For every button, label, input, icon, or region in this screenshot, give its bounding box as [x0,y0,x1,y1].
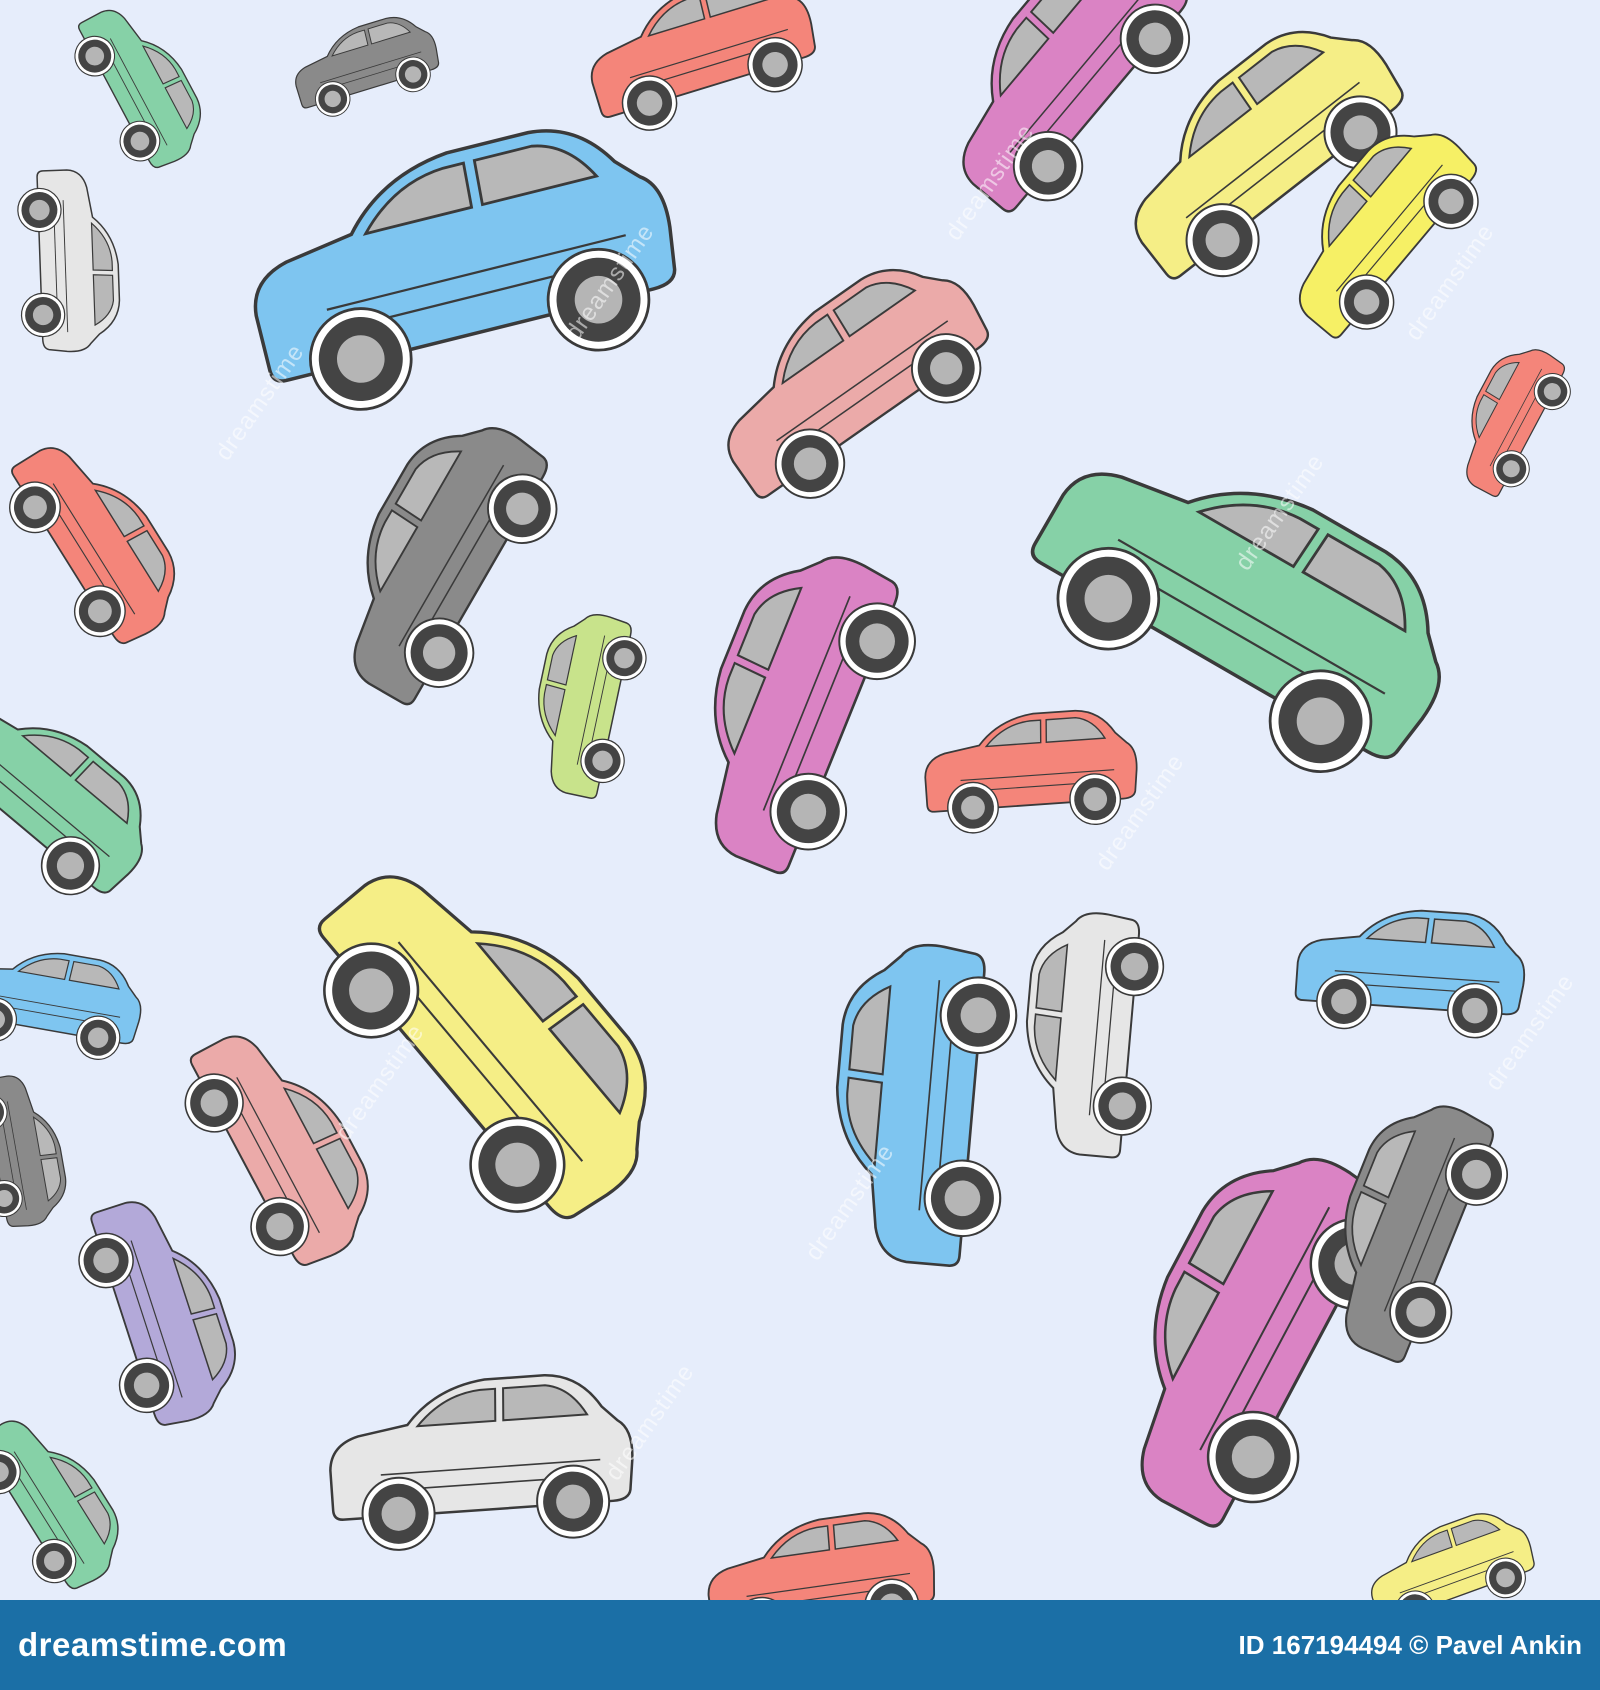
car-icon [727,268,990,499]
car-pattern-svg [0,0,1571,1600]
car-icon [17,169,121,353]
car-icon [707,1512,936,1600]
car-body [0,952,142,1045]
car-icon [713,556,916,875]
car-icon [1025,912,1165,1159]
car-icon [538,613,647,799]
car-icon [1294,909,1526,1039]
car-icon [590,0,816,131]
car-icon [9,447,176,645]
car-icon [1466,349,1571,498]
wheel-icon [17,187,62,233]
wheel-icon [20,292,66,338]
car-icon [1371,1513,1535,1600]
car-icon [0,952,142,1060]
car-icon [353,427,558,706]
car-icon [74,9,201,169]
image-credit: ID 167194494 © Pavel Ankin [1239,1630,1582,1661]
brand-name[interactable]: dreamstime.com [18,1626,287,1664]
car-icon [329,1374,634,1551]
car-pattern: dreamstime dreamstime dreamstime dreamstime… [0,0,1600,1600]
car-icon [0,1075,67,1227]
copyright-icon: © [1409,1629,1429,1660]
image-id: ID 167194494 [1238,1629,1402,1660]
car-icon [0,703,143,896]
car-icon [184,1035,369,1266]
car-icon [924,709,1138,834]
car-icon [78,1201,236,1426]
author-name: Pavel Ankin [1435,1629,1582,1660]
car-icon [0,1420,119,1590]
footer-bar: dreamstime.com ID 167194494 © Pavel Anki… [0,1600,1600,1690]
car-icon [295,16,440,117]
